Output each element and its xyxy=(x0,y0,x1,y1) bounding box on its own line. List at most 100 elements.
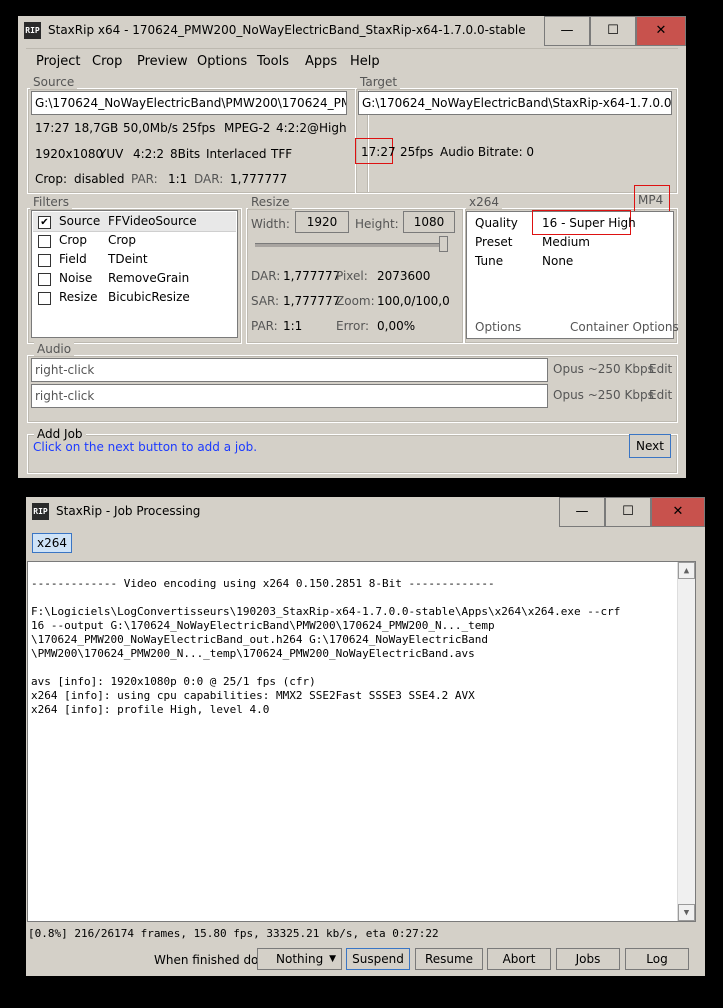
filter-checkbox-source[interactable]: ✔ xyxy=(38,216,51,229)
when-finished-label: When finished do: xyxy=(154,953,263,967)
job-titlebar[interactable]: RIP StaxRip - Job Processing — ☐ ✕ xyxy=(26,497,705,527)
audio-label: Audio xyxy=(34,342,75,356)
target-path-field[interactable]: G:\170624_NoWayElectricBand\StaxRip-x64-… xyxy=(358,91,672,115)
when-finished-value: Nothing xyxy=(276,952,324,966)
options-link[interactable]: Options xyxy=(475,320,521,334)
filter-checkbox-crop[interactable] xyxy=(38,235,51,248)
log-line: avs [info]: 1920x1080p 0:0 @ 25/1 fps (c… xyxy=(31,675,316,688)
suspend-button[interactable]: Suspend xyxy=(346,948,410,970)
when-finished-select[interactable]: Nothing ▼ xyxy=(257,948,342,970)
log-line: ------------- Video encoding using x264 … xyxy=(31,577,495,590)
filter-value-resize: BicubicResize xyxy=(108,290,190,304)
resize-par-label: PAR: xyxy=(251,319,278,333)
minimize-button[interactable]: — xyxy=(559,497,605,527)
filters-list: ✔ Source FFVideoSource Crop Crop Field T… xyxy=(31,210,238,338)
log-line: x264 [info]: profile High, level 4.0 xyxy=(31,703,270,716)
source-dar-label: DAR: xyxy=(194,172,224,186)
menu-apps[interactable]: Apps xyxy=(305,54,337,69)
source-par-label: PAR: xyxy=(131,172,158,186)
minimize-button[interactable]: — xyxy=(544,16,590,46)
audio-track-2-codec[interactable]: Opus ~250 Kbps xyxy=(553,388,654,402)
add-job-hint: Click on the next button to add a job. xyxy=(33,440,258,454)
log-line: 16 --output G:\170624_NoWayElectricBand\… xyxy=(31,619,495,632)
preset-value[interactable]: Medium xyxy=(542,235,590,249)
menu-project[interactable]: Project xyxy=(36,54,80,69)
filter-value-crop: Crop xyxy=(108,233,137,247)
source-par-value: 1:1 xyxy=(168,172,188,186)
audio-track-1-edit[interactable]: Edit xyxy=(649,362,672,376)
log-scrollbar[interactable]: ▲ ▼ xyxy=(677,562,695,921)
audio-track-1-field[interactable]: right-click xyxy=(31,358,548,382)
window-title: StaxRip x64 - 170624_PMW200_NoWayElectri… xyxy=(48,23,526,37)
filter-name-noise: Noise xyxy=(59,271,93,285)
filter-checkbox-field[interactable] xyxy=(38,254,51,267)
close-button[interactable]: ✕ xyxy=(651,497,705,527)
filter-value-noise: RemoveGrain xyxy=(108,271,190,285)
jobs-button[interactable]: Jobs xyxy=(556,948,620,970)
source-crop-value: disabled xyxy=(74,172,125,186)
abort-button[interactable]: Abort xyxy=(487,948,551,970)
menu-tools[interactable]: Tools xyxy=(257,54,289,69)
source-dar-value: 1,777777 xyxy=(230,172,288,186)
source-resolution: 1920x1080 xyxy=(35,147,104,161)
audio-track-1-codec[interactable]: Opus ~250 Kbps xyxy=(553,362,654,376)
target-label: Target xyxy=(357,75,401,89)
filter-name-source: Source xyxy=(59,214,101,228)
source-colorspace: YUV xyxy=(99,147,124,161)
filter-checkbox-resize[interactable] xyxy=(38,292,51,305)
add-job-label: Add Job xyxy=(34,427,86,441)
scroll-up-icon[interactable]: ▲ xyxy=(678,562,695,579)
filters-label: Filters xyxy=(30,195,72,209)
x264-settings-panel: Quality 16 - Super High Preset Medium Tu… xyxy=(466,210,679,339)
staxrip-app-icon: RIP xyxy=(24,22,41,39)
menu-help[interactable]: Help xyxy=(350,54,380,69)
resize-dar-label: DAR: xyxy=(251,269,281,283)
job-window-title: StaxRip - Job Processing xyxy=(56,504,201,518)
filter-checkbox-noise[interactable] xyxy=(38,273,51,286)
source-path-field[interactable]: G:\170624_NoWayElectricBand\PMW200\17062… xyxy=(31,91,347,115)
chevron-down-icon: ▼ xyxy=(329,954,336,964)
close-button[interactable]: ✕ xyxy=(636,16,686,46)
log-button[interactable]: Log xyxy=(625,948,689,970)
audio-track-2-field[interactable]: right-click xyxy=(31,384,548,408)
container-link[interactable]: MP4 xyxy=(638,193,663,207)
filter-name-resize: Resize xyxy=(59,290,98,304)
resize-pixel-label: Pixel: xyxy=(336,269,368,283)
x264-label: x264 xyxy=(466,195,503,209)
resize-slider-track[interactable] xyxy=(255,243,448,247)
encoding-status: [0.8%] 216/26174 frames, 15.80 fps, 3332… xyxy=(28,927,439,940)
source-crop-label: Crop: xyxy=(35,172,68,186)
resize-slider-thumb[interactable] xyxy=(439,236,448,252)
menu-options[interactable]: Options xyxy=(197,54,247,69)
target-audio-bitrate: Audio Bitrate: 0 xyxy=(440,145,535,159)
preset-label: Preset xyxy=(475,235,513,249)
menu-preview[interactable]: Preview xyxy=(137,54,188,69)
resize-label: Resize xyxy=(248,195,293,209)
resize-height-input[interactable]: 1080 xyxy=(403,211,455,233)
source-profile: 4:2:2@High xyxy=(276,121,347,135)
source-bitrate: 50,0Mb/s xyxy=(123,121,178,135)
quality-value[interactable]: 16 - Super High xyxy=(542,216,636,230)
log-line: F:\Logiciels\LogConvertisseurs\190203_St… xyxy=(31,605,621,618)
scroll-down-icon[interactable]: ▼ xyxy=(678,904,695,921)
container-options-link[interactable]: Container Options xyxy=(570,320,679,334)
menu-crop[interactable]: Crop xyxy=(92,54,122,69)
resize-zoom-value: 100,0/100,0 xyxy=(377,294,450,308)
maximize-button[interactable]: ☐ xyxy=(605,497,651,527)
audio-track-2-edit[interactable]: Edit xyxy=(649,388,672,402)
encoding-log: ------------- Video encoding using x264 … xyxy=(27,561,696,922)
tune-value[interactable]: None xyxy=(542,254,573,268)
target-duration: 17:27 xyxy=(361,145,396,159)
resume-button[interactable]: Resume xyxy=(415,948,483,970)
resize-width-label: Width: xyxy=(251,217,290,231)
tab-x264[interactable]: x264 xyxy=(32,533,72,553)
resize-width-input[interactable]: 1920 xyxy=(295,211,349,233)
resize-error-label: Error: xyxy=(336,319,370,333)
maximize-button[interactable]: ☐ xyxy=(590,16,636,46)
log-line: \170624_PMW200_NoWayElectricBand_out.h26… xyxy=(31,633,488,646)
log-line: \PMW200\170624_PMW200_N..._temp\170624_P… xyxy=(31,647,475,660)
resize-height-label: Height: xyxy=(355,217,399,231)
next-button[interactable]: Next xyxy=(629,434,671,458)
main-titlebar[interactable]: RIP StaxRip x64 - 170624_PMW200_NoWayEle… xyxy=(18,16,686,46)
job-window: RIP StaxRip - Job Processing — ☐ ✕ x264 … xyxy=(26,497,705,976)
